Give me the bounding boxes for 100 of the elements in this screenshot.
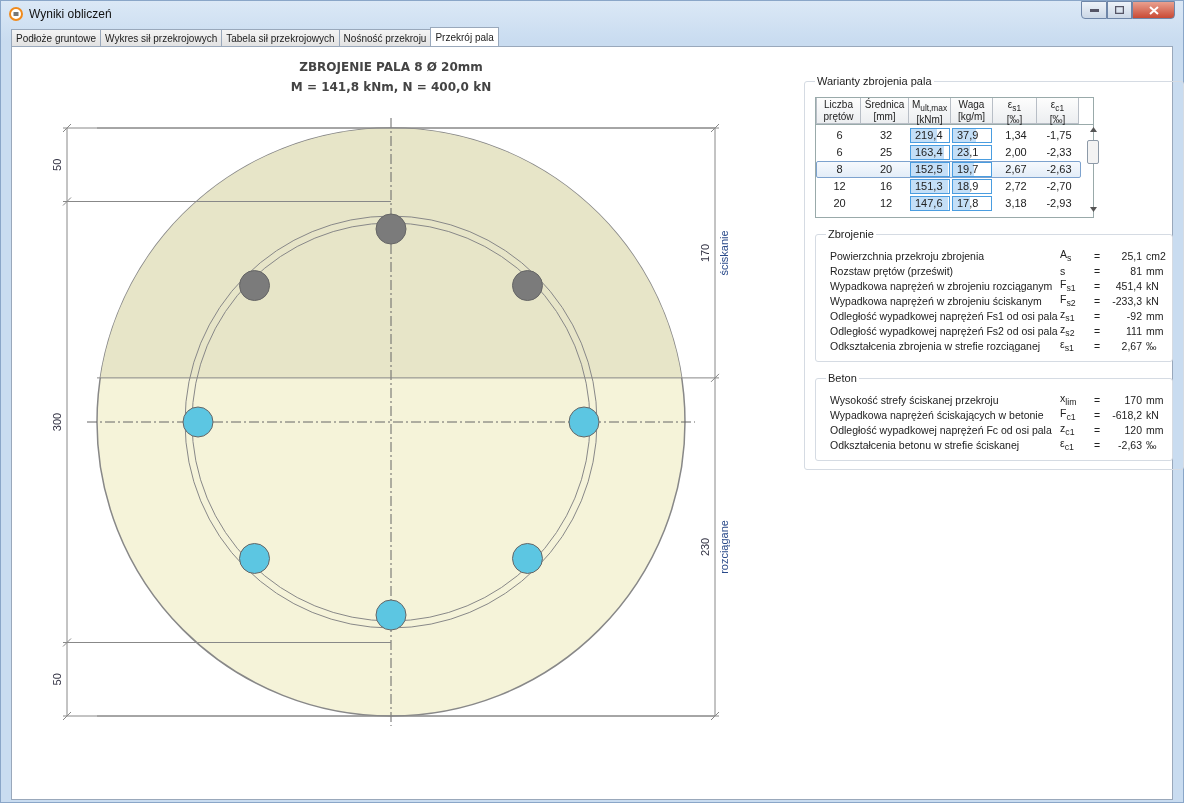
result-label: Odległość wypadkowej naprężeń Fc od osi pala: [830, 423, 1053, 436]
tab[interactable]: Tabela sił przekrojowych: [221, 29, 340, 46]
table-cell-text: 20: [878, 162, 894, 177]
close-button[interactable]: [1132, 1, 1175, 19]
equals-sign: =: [1092, 423, 1102, 436]
table-row[interactable]: 12 16 151,3 18,9 2,72 -2,70: [816, 178, 1081, 195]
table-cell-text: 32: [878, 128, 894, 143]
cell-text: 152,5: [914, 163, 944, 176]
equals-sign: =: [1092, 279, 1102, 292]
table-cell-text: -1,75: [1045, 128, 1073, 143]
result-symbol: A$_{s}$: [1060, 248, 1073, 264]
tab[interactable]: Podłoże gruntowe: [11, 29, 102, 46]
group-title: Zbrojenie: [827, 228, 875, 240]
table-row[interactable]: 8 20 152,5 19,7 2,67 -2,63: [816, 161, 1081, 178]
result-unit: mm: [1145, 264, 1162, 277]
result-value: -233,3: [1111, 294, 1142, 307]
result-symbol: ε$_{s1}$: [1060, 338, 1075, 354]
scroll-up-icon[interactable]: [1089, 127, 1097, 132]
result-unit: mm: [1145, 309, 1162, 322]
column-header: Średnica [mm]: [861, 98, 909, 124]
result-label: Odkształcenia betonu w strefie ściskanej: [830, 438, 1021, 451]
result-symbol: F$_{s1}$: [1060, 278, 1077, 294]
result-label: Wypadkowa naprężeń w zbrojeniu rozciąganym: [830, 279, 1054, 292]
scrollbar[interactable]: [1087, 125, 1099, 212]
dimension-label: 300: [51, 412, 63, 432]
minimize-button[interactable]: [1081, 1, 1107, 19]
result-unit: ‰: [1145, 438, 1158, 451]
tab[interactable]: Przekrój pala: [430, 27, 499, 46]
result-unit: mm: [1145, 423, 1162, 436]
result-label: Wysokość strefy ściskanej przekroju: [830, 393, 1000, 406]
minimize-icon: [1089, 8, 1099, 12]
column-header: ε$_{s1}$ [‰]: [993, 98, 1037, 124]
table-cell-text: -2,70: [1045, 179, 1073, 194]
equals-sign: =: [1092, 438, 1102, 451]
equals-sign: =: [1092, 393, 1102, 406]
result-value: 170: [1123, 393, 1142, 406]
zone-label: rozciągane: [718, 520, 730, 574]
equals-sign: =: [1092, 408, 1102, 421]
scroll-down-icon[interactable]: [1089, 207, 1097, 212]
dimension-label: 170: [699, 243, 711, 263]
cell-text: 19,7: [956, 163, 980, 176]
table-row[interactable]: 6 32 219,4 37,9 1,34 -1,75: [816, 127, 1081, 144]
result-value: -92: [1125, 309, 1142, 322]
window-title: Wyniki obliczeń: [29, 7, 113, 21]
equals-sign: =: [1092, 324, 1102, 337]
result-symbol: z$_{c1}$: [1060, 422, 1076, 438]
result-symbol: z$_{s2}$: [1060, 323, 1076, 339]
maximize-icon: [1115, 6, 1124, 14]
column-header: M$_{ult,max}$ [kNm]: [909, 98, 951, 124]
group-title: Beton: [827, 372, 858, 384]
result-value: 120: [1123, 423, 1142, 436]
result-value: 451,4: [1114, 279, 1142, 292]
equals-sign: =: [1092, 264, 1102, 277]
dimension-label: 50: [51, 673, 63, 686]
result-unit: ‰: [1145, 339, 1158, 352]
table-cell-text: 1,34: [1004, 128, 1028, 143]
cell-text: 17,8: [956, 197, 980, 210]
result-unit: kN: [1145, 294, 1160, 307]
result-symbol: x$_{lim}$: [1060, 392, 1078, 408]
cell-text: 37,9: [956, 129, 980, 142]
app-icon: [9, 7, 23, 21]
result-value: -2,63: [1117, 438, 1142, 451]
result-unit: mm: [1145, 324, 1162, 337]
column-header: Liczba prętów: [816, 98, 861, 124]
table-row[interactable]: 6 25 163,4 23,1 2,00 -2,33: [816, 144, 1081, 161]
result-label: Wypadkowa naprężeń ściskających w betonie: [830, 408, 1045, 421]
result-value: 2,67: [1120, 339, 1142, 352]
table-cell-text: 2,72: [1004, 179, 1028, 194]
maximize-button[interactable]: [1107, 1, 1132, 19]
equals-sign: =: [1092, 339, 1102, 352]
table-cell-text: 12: [878, 196, 894, 211]
table-cell-text: 25: [878, 145, 894, 160]
table-cell-text: 20: [832, 196, 847, 211]
result-symbol: z$_{s1}$: [1060, 308, 1076, 324]
result-unit: kN: [1145, 408, 1160, 421]
table-row[interactable]: 20 12 147,6 17,8 3,18 -2,93: [816, 195, 1081, 212]
table-cell-text: 3,18: [1004, 196, 1028, 211]
zone-label: ściskanie: [718, 230, 730, 276]
result-symbol: F$_{s2}$: [1060, 293, 1077, 309]
table-cell-text: -2,63: [1045, 162, 1073, 177]
tab[interactable]: Wykres sił przekrojowych: [100, 29, 223, 46]
cell-text: 151,3: [914, 180, 944, 193]
result-label: Odległość wypadkowej naprężeń Fs2 od osi pala: [830, 324, 1059, 337]
result-label: Odległość wypadkowej naprężeń Fs1 od osi pala: [830, 309, 1059, 322]
drawing-title: ZBROJENIE PALA 8 Ø 20mm: [299, 60, 483, 74]
result-label: Rozstaw prętów (prześwit): [830, 264, 955, 277]
equals-sign: =: [1092, 309, 1102, 322]
result-unit: kN: [1145, 279, 1160, 292]
column-header: Waga [kg/m]: [951, 98, 993, 124]
cell-text: 18,9: [956, 180, 980, 193]
result-value: 25,1: [1120, 249, 1142, 262]
cell-text: 163,4: [914, 146, 944, 159]
table-cell-text: 16: [878, 179, 894, 194]
result-symbol: F$_{c1}$: [1060, 407, 1077, 423]
cell-text: 219,4: [914, 129, 944, 142]
tab[interactable]: Nośność przekroju: [338, 29, 432, 46]
dimension-label: 230: [699, 537, 711, 557]
cell-text: 147,6: [914, 197, 944, 210]
result-label: Wypadkowa naprężeń w zbrojeniu ściskanym: [830, 294, 1043, 307]
table-cell-text: 2,00: [1004, 145, 1028, 160]
